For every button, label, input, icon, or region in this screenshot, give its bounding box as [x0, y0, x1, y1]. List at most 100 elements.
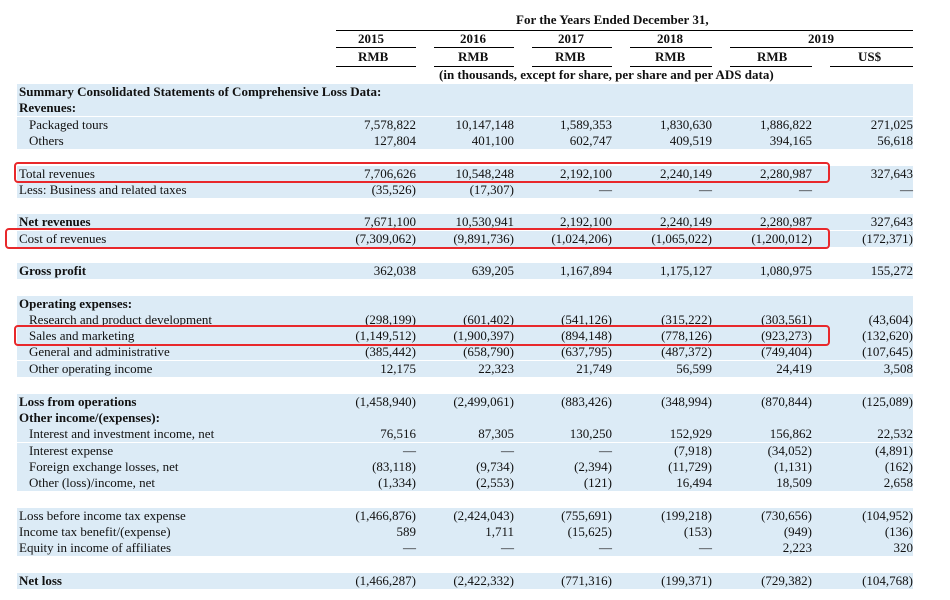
row-label: Packaged tours [29, 117, 109, 132]
value-cell: — [403, 443, 416, 458]
table-row [17, 280, 913, 296]
value-cell: 589 [396, 524, 417, 539]
currency-2019: RMB [757, 49, 788, 64]
value-cell: (9,734) [476, 459, 514, 474]
value-cell: 22,532 [877, 426, 913, 441]
row-label: Gross profit [19, 263, 87, 278]
value-cell: 12,175 [380, 361, 416, 376]
row-label: Summary Consolidated Statements of Compr… [19, 84, 382, 99]
year-rule-2015 [336, 47, 416, 48]
value-cell: 152,929 [669, 426, 712, 441]
value-cell: (1,334) [378, 475, 416, 490]
table-row: Interest expense — — — (7,918) (34,052) (4,891… [17, 443, 913, 459]
row-label: General and administrative [29, 344, 170, 359]
table-row: Operating expenses: [17, 296, 913, 312]
table-row: Equity in income of affiliates — — — — 2,223 3… [17, 540, 913, 556]
value-cell: 130,250 [569, 426, 612, 441]
highlight-cost-of-revenues [5, 228, 830, 249]
table-row: General and administrative (385,442) (658,… [17, 344, 913, 360]
units-note: (in thousands, except for share, per sha… [439, 67, 774, 82]
value-cell: (348,994) [661, 394, 712, 409]
value-cell: — [599, 540, 612, 555]
value-cell: (136) [884, 524, 913, 539]
value-cell: (729,382) [761, 573, 812, 588]
value-cell: 87,305 [478, 426, 514, 441]
value-cell: 155,272 [870, 263, 913, 278]
value-cell: (2,499,061) [453, 394, 514, 409]
value-cell: (771,316) [561, 573, 612, 588]
table-row: Other operating income 12,175 22,323 21,749… [17, 361, 913, 377]
period-header: For the Years Ended December 31, [516, 12, 709, 27]
table-row: Summary Consolidated Statements of Compr… [17, 84, 913, 100]
value-cell: 271,025 [870, 117, 913, 132]
value-cell: 1,175,127 [660, 263, 712, 278]
year-2016: 2016 [460, 31, 486, 46]
currency-2015: RMB [358, 49, 389, 64]
value-cell: 362,038 [373, 263, 416, 278]
value-cell: — [699, 182, 712, 197]
row-label: Other operating income [29, 361, 153, 376]
table-row: Interest and investment income, net 76,51… [17, 426, 913, 442]
value-cell: 1,589,353 [560, 117, 612, 132]
row-label: Loss from operations [19, 394, 137, 409]
currency-2017: RMB [555, 49, 586, 64]
currency-2018: RMB [655, 49, 686, 64]
table-row: Loss from operations (1,458,940) (2,499,06… [17, 394, 913, 410]
value-cell: (730,656) [761, 508, 812, 523]
value-cell: — [403, 540, 416, 555]
value-cell: 602,747 [569, 133, 612, 148]
value-cell: 127,804 [373, 133, 416, 148]
value-cell: 16,494 [676, 475, 712, 490]
value-cell: (132,620) [862, 328, 913, 343]
year-2018: 2018 [657, 31, 683, 46]
value-cell: (199,218) [661, 508, 712, 523]
value-cell: 394,165 [769, 133, 812, 148]
value-cell: (1,131) [774, 459, 812, 474]
year-rule-2018 [630, 47, 712, 48]
year-2019: 2019 [808, 31, 834, 46]
currency-2016: RMB [458, 49, 489, 64]
value-cell: 639,205 [471, 263, 514, 278]
value-cell: — [699, 540, 712, 555]
year-rule-2016 [434, 47, 514, 48]
value-cell: (2,394) [574, 459, 612, 474]
value-cell: (35,526) [371, 182, 416, 197]
value-cell: (870,844) [761, 394, 812, 409]
table-row: Less: Business and related taxes (35,526)… [17, 182, 913, 198]
value-cell: 18,509 [776, 475, 812, 490]
value-cell: 22,323 [478, 361, 514, 376]
value-cell: (125,089) [862, 394, 913, 409]
value-cell: (107,645) [862, 344, 913, 359]
row-label: Loss before income tax expense [19, 508, 186, 523]
value-cell: (637,795) [561, 344, 612, 359]
value-cell: (11,729) [668, 459, 712, 474]
value-cell: (755,691) [561, 508, 612, 523]
row-label: Interest and investment income, net [29, 426, 215, 441]
currency-2019-usd: US$ [858, 49, 882, 64]
value-cell: (1,466,287) [355, 573, 416, 588]
table-row [17, 492, 913, 508]
value-cell: (17,307) [469, 182, 514, 197]
table-row: Income tax benefit/(expense) 589 1,711 (15,… [17, 524, 913, 540]
row-label: Operating expenses: [19, 296, 133, 311]
table-row [17, 199, 913, 215]
value-cell: (1,458,940) [355, 394, 416, 409]
year-rule-2019 [730, 47, 913, 48]
value-cell: 320 [893, 540, 914, 555]
value-cell: (385,442) [365, 344, 416, 359]
value-cell: (199,371) [661, 573, 712, 588]
value-cell: 21,749 [576, 361, 612, 376]
highlight-sales-and-marketing [14, 325, 830, 346]
table-row [17, 377, 913, 393]
table-row: Loss before income tax expense (1,466,876… [17, 508, 913, 524]
value-cell: 56,599 [676, 361, 712, 376]
table-row: Revenues: [17, 100, 913, 116]
value-cell: 10,147,148 [455, 117, 515, 132]
value-cell: 2,658 [883, 475, 913, 490]
value-cell: 7,578,822 [364, 117, 416, 132]
row-label: Equity in income of affiliates [19, 540, 172, 555]
value-cell: — [501, 540, 514, 555]
value-cell: (34,052) [767, 443, 812, 458]
value-cell: 327,643 [870, 214, 913, 229]
value-cell: 1,080,975 [760, 263, 812, 278]
